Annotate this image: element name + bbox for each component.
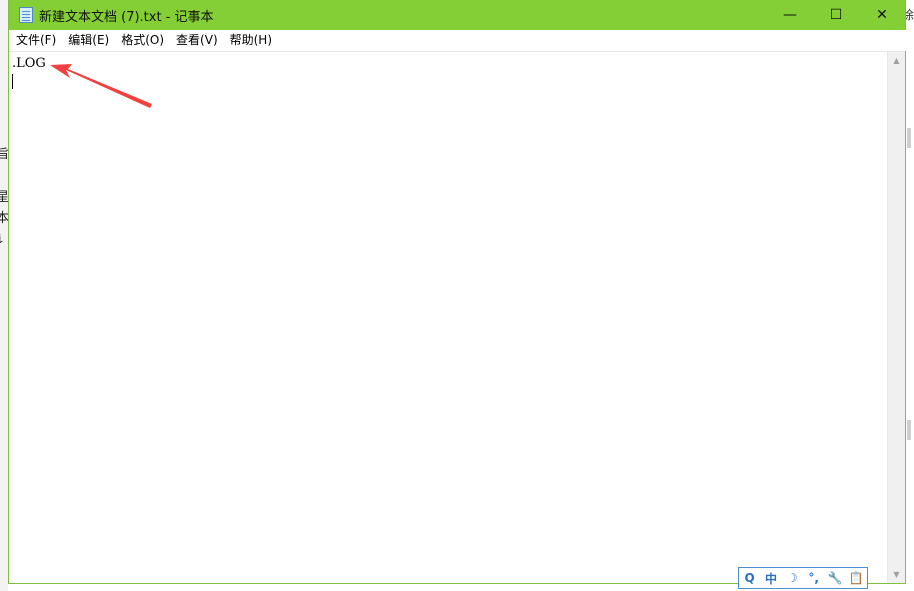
window-controls: — ☐ ✕ (767, 0, 905, 30)
background-scroll-mark (907, 420, 911, 440)
scroll-up-icon[interactable]: ▲ (888, 52, 905, 69)
ime-search-icon[interactable]: Q (742, 569, 758, 587)
minimize-button[interactable]: — (767, 0, 813, 30)
vertical-scrollbar[interactable]: ▲ ▼ (887, 52, 905, 583)
window-title: 新建文本文档 (7).txt - 记事本 (39, 9, 214, 25)
text-caret (12, 74, 13, 89)
menu-help[interactable]: 帮助(H) (224, 30, 278, 51)
menu-file[interactable]: 文件(F) (10, 30, 62, 51)
menu-format[interactable]: 格式(O) (115, 30, 170, 51)
menu-edit[interactable]: 编辑(E) (62, 30, 115, 51)
maximize-button[interactable]: ☐ (813, 0, 859, 30)
ime-punctuation-icon[interactable]: °, (806, 569, 822, 587)
text-editor[interactable]: .LOG ▲ ▼ (9, 51, 905, 583)
notepad-window: 新建文本文档 (7).txt - 记事本 — ☐ ✕ 文件(F) 编辑(E) 格… (8, 0, 906, 584)
close-button[interactable]: ✕ (859, 0, 905, 30)
notepad-icon[interactable] (19, 7, 33, 23)
scroll-down-icon[interactable]: ▼ (888, 566, 905, 583)
menu-bar: 文件(F) 编辑(E) 格式(O) 查看(V) 帮助(H) (9, 30, 906, 51)
ime-clipboard-icon[interactable]: 📋 (848, 569, 864, 587)
ime-halfwidth-icon[interactable]: ☽ (784, 569, 800, 587)
background-window-edge (0, 0, 8, 591)
background-scroll-mark (907, 128, 911, 148)
title-bar[interactable]: 新建文本文档 (7).txt - 记事本 — ☐ ✕ (9, 0, 905, 30)
editor-content[interactable]: .LOG (12, 56, 46, 71)
menu-view[interactable]: 查看(V) (170, 30, 224, 51)
ime-chinese-mode-icon[interactable]: 中 (763, 569, 779, 587)
ime-toolbar: Q 中 ☽ °, 🔧 📋 (738, 567, 868, 589)
ime-wrench-icon[interactable]: 🔧 (827, 569, 843, 587)
